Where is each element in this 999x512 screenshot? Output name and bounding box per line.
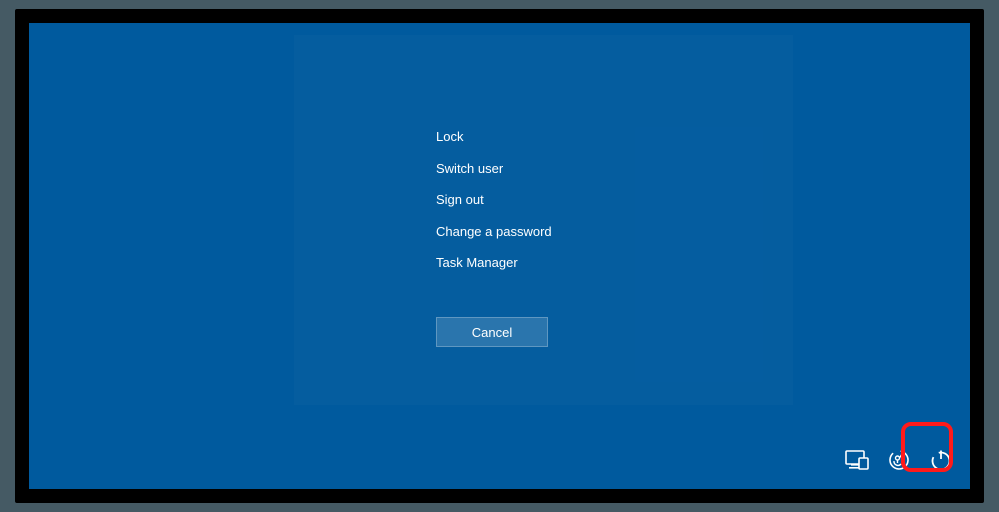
security-options-list: Lock Switch user Sign out Change a passw… [436, 121, 552, 279]
power-button[interactable] [924, 443, 958, 477]
network-icon [845, 450, 869, 470]
power-icon [929, 448, 953, 472]
window-frame: Lock Switch user Sign out Change a passw… [15, 9, 984, 503]
option-task-manager[interactable]: Task Manager [436, 247, 552, 279]
option-change-password[interactable]: Change a password [436, 216, 552, 248]
cancel-button[interactable]: Cancel [436, 317, 548, 347]
option-switch-user[interactable]: Switch user [436, 153, 552, 185]
bottom-toolbar [840, 443, 958, 477]
security-options-panel: Lock Switch user Sign out Change a passw… [294, 35, 793, 405]
security-screen: Lock Switch user Sign out Change a passw… [29, 23, 970, 489]
option-sign-out[interactable]: Sign out [436, 184, 552, 216]
ease-of-access-button[interactable] [882, 443, 916, 477]
network-button[interactable] [840, 443, 874, 477]
option-lock[interactable]: Lock [436, 121, 552, 153]
ease-of-access-icon [888, 449, 910, 471]
